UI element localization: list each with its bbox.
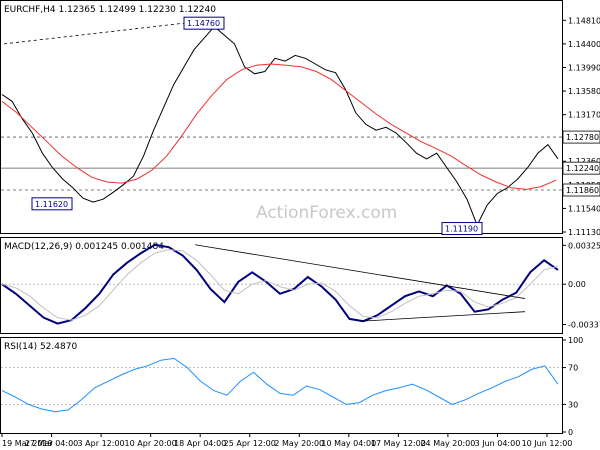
x-tick-label: 3 Jun 04:00 <box>475 439 521 448</box>
macd-ytick-label: 0.003253 <box>568 241 600 250</box>
price-annotation-label: 1.11190 <box>445 225 478 234</box>
x-tick-label: 25 Apr 12:00 <box>224 439 276 448</box>
rsi-ytick-label: 30 <box>568 400 578 409</box>
price-title: EURCHF,H4 1.12365 1.12499 1.12230 1.1224… <box>4 5 216 15</box>
price-ytick-label: 1.11540 <box>568 204 600 213</box>
macd-title: MACD(12,26,9) 0.001245 0.001484 <box>4 242 164 252</box>
macd-panel: MACD(12,26,9) 0.001245 0.001484 0.003253… <box>0 237 600 334</box>
x-axis: 19 Mar 201927 Mar 04:00 3 Apr 12:00 10 Apr… <box>1 433 573 448</box>
price-ytick-label: 1.13990 <box>568 63 600 72</box>
x-tick-label: 10 Apr 20:00 <box>125 439 177 448</box>
x-tick-label: 27 Mar 04:00 <box>25 439 78 448</box>
price-annotation-label: 1.11620 <box>35 200 68 209</box>
watermark: ActionForex.com <box>256 203 397 223</box>
x-tick-label: 17 May 12:00 <box>371 439 426 448</box>
macd-ytick-label: -0.003373 <box>568 321 600 330</box>
price-ytick-label: 1.14810 <box>568 16 600 25</box>
x-tick-label: 24 May 20:00 <box>420 439 475 448</box>
price-ytick-label: 1.13580 <box>568 87 600 96</box>
macd-ytick-label: 0.00 <box>568 280 586 289</box>
x-tick-label: 2 May 20:00 <box>274 439 324 448</box>
price-ytick-label: 1.14400 <box>568 40 600 49</box>
price-level-label: 1.12240 <box>566 164 599 173</box>
rsi-ytick-label: 70 <box>568 364 578 373</box>
x-tick-label: 10 Jun 12:00 <box>522 439 573 448</box>
price-ytick-label: 1.13170 <box>568 111 600 120</box>
price-ytick-label: 1.11130 <box>568 228 600 237</box>
chart: ActionForex.com EURCHF,H4 1.12365 1.1249… <box>0 0 600 448</box>
price-level-label: 1.12780 <box>566 133 599 142</box>
rsi-panel: RSI(14) 52.4870 100 70 30 0 <box>0 336 583 437</box>
rsi-title: RSI(14) 52.4870 <box>4 342 77 352</box>
price-panel: ActionForex.com EURCHF,H4 1.12365 1.1249… <box>0 0 600 237</box>
x-tick-label: 10 May 04:00 <box>321 439 376 448</box>
price-level-label: 1.11860 <box>566 186 599 195</box>
rsi-ytick-label: 100 <box>568 336 583 345</box>
x-tick-label: 3 Apr 12:00 <box>78 439 125 448</box>
price-annotation-label: 1.14760 <box>187 19 220 28</box>
rsi-ytick-label: 0 <box>568 428 573 437</box>
x-tick-label: 18 Apr 04:00 <box>174 439 226 448</box>
